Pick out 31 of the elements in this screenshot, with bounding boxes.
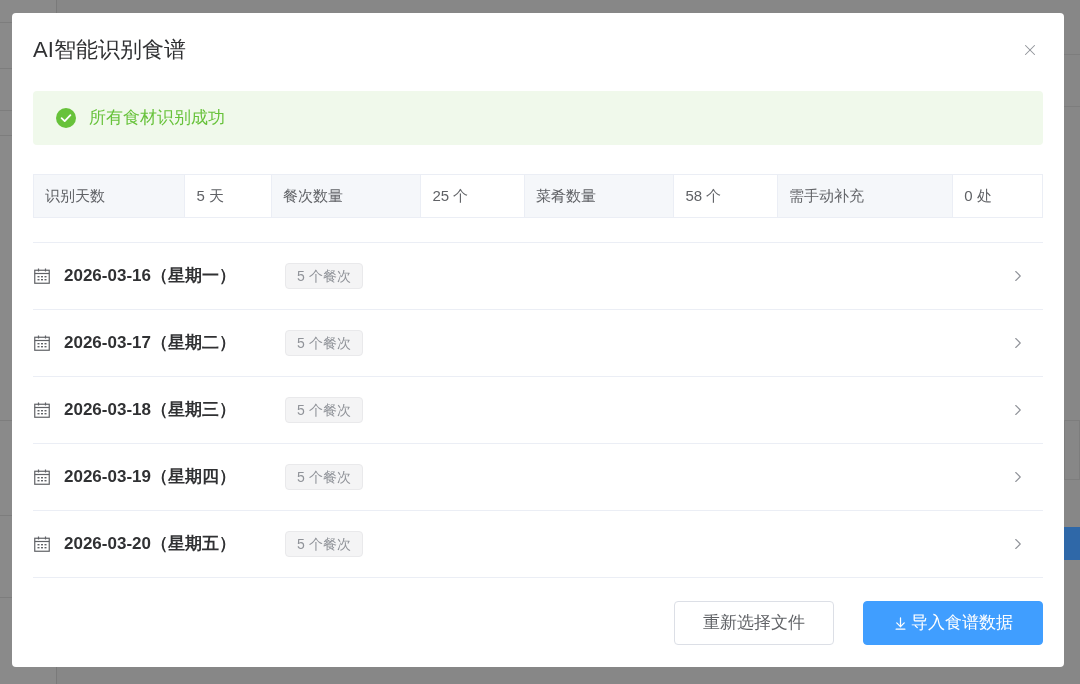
calendar-icon xyxy=(34,402,50,418)
calendar-icon xyxy=(34,268,50,284)
calendar-icon xyxy=(34,536,50,552)
day-row[interactable]: 2026-03-18（星期三） 5 个餐次 xyxy=(33,377,1043,444)
day-date: 2026-03-19（星期四） xyxy=(64,466,237,489)
meal-count-tag: 5 个餐次 xyxy=(285,397,363,423)
day-row[interactable]: 2026-03-16（星期一） 5 个餐次 xyxy=(33,243,1043,310)
day-row[interactable]: 2026-03-20（星期五） 5 个餐次 xyxy=(33,511,1043,578)
summary-label-cell: 菜肴数量 xyxy=(524,175,674,217)
day-row[interactable]: 2026-03-19（星期四） 5 个餐次 xyxy=(33,444,1043,511)
day-row[interactable]: 2026-03-17（星期二） 5 个餐次 xyxy=(33,310,1043,377)
meal-count-tag: 5 个餐次 xyxy=(285,263,363,289)
summary-label-cell: 餐次数量 xyxy=(271,175,421,217)
summary-label-cell: 识别天数 xyxy=(34,175,185,217)
calendar-icon xyxy=(34,469,50,485)
meal-count-tag: 5 个餐次 xyxy=(285,531,363,557)
day-date: 2026-03-20（星期五） xyxy=(64,533,237,556)
calendar-icon xyxy=(34,335,50,351)
meal-count-tag: 5 个餐次 xyxy=(285,330,363,356)
reselect-button[interactable]: 重新选择文件 xyxy=(674,601,834,645)
meal-count-tag: 5 个餐次 xyxy=(285,464,363,490)
download-icon xyxy=(893,615,908,631)
backdrop-panel-fragment xyxy=(1064,527,1080,560)
dialog-title: AI智能识别食谱 xyxy=(33,36,186,64)
day-date: 2026-03-16（星期一） xyxy=(64,265,237,288)
summary-value-cell: 0 处 xyxy=(952,175,1042,217)
summary-label-cell: 需手动补充 xyxy=(777,175,953,217)
check-circle-icon xyxy=(56,108,76,128)
day-date: 2026-03-17（星期二） xyxy=(64,332,237,355)
day-date: 2026-03-18（星期三） xyxy=(64,399,237,422)
alert-message: 所有食材识别成功 xyxy=(89,107,225,130)
